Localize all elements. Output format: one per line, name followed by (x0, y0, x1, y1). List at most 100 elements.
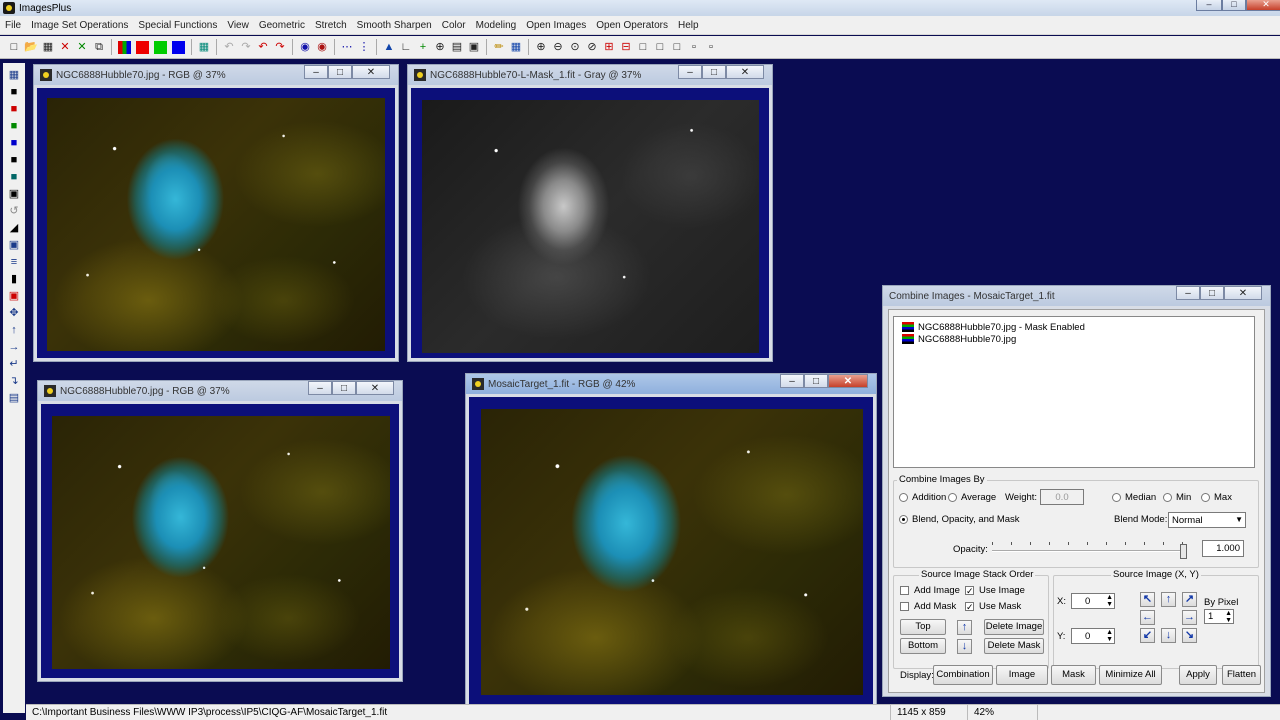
redo-icon[interactable]: ↷ (238, 39, 254, 55)
weight-input[interactable]: 0.0 (1040, 489, 1084, 505)
blend-mode-select[interactable]: Normal ▼ (1168, 512, 1246, 528)
image-list[interactable]: NGC6888Hubble70.jpg - Mask Enabled NGC68… (893, 316, 1255, 468)
menu-open-operators[interactable]: Open Operators (591, 20, 673, 31)
curve-icon[interactable]: ∟ (398, 39, 414, 55)
list-item[interactable]: NGC6888Hubble70.jpg (902, 333, 1016, 345)
points-icon[interactable]: ⋮ (356, 39, 372, 55)
close-icon[interactable]: ✕ (356, 381, 394, 395)
combine-images-dialog[interactable]: Combine Images - MosaicTarget_1.fit – □ … (882, 285, 1271, 697)
median-radio[interactable] (1112, 493, 1121, 502)
arrow-right-icon[interactable]: → (1182, 610, 1197, 625)
image-canvas[interactable] (411, 88, 769, 358)
picture-icon[interactable]: ▣ (466, 39, 482, 55)
red-channel-icon[interactable] (136, 40, 149, 54)
close-all-icon[interactable]: ✕ (74, 39, 90, 55)
zoom-in-icon[interactable]: ⊕ (533, 39, 549, 55)
menu-stretch[interactable]: Stretch (310, 20, 352, 31)
maximize-icon[interactable]: □ (332, 381, 356, 395)
min-radio[interactable] (1163, 493, 1172, 502)
top-button[interactable]: Top (900, 619, 946, 635)
apply-button[interactable]: Apply (1179, 665, 1217, 685)
close-icon[interactable]: ✕ (828, 374, 868, 388)
histogram-icon[interactable]: ▲ (381, 39, 397, 55)
levels-icon[interactable]: ≡ (6, 254, 22, 270)
dark-square-icon[interactable]: ▣ (6, 186, 22, 202)
add-image-checkbox[interactable] (900, 586, 909, 595)
black-square-icon[interactable]: ■ (6, 84, 22, 100)
menu-modeling[interactable]: Modeling (471, 20, 522, 31)
info-icon[interactable]: ▤ (449, 39, 465, 55)
frame-icon[interactable]: ▣ (6, 237, 22, 253)
minimize-icon[interactable]: – (780, 374, 804, 388)
window-5-icon[interactable]: ▫ (703, 39, 719, 55)
window-titlebar[interactable]: NGC6888Hubble70.jpg - RGB @ 37% – □ ✕ (38, 381, 402, 401)
region-icon[interactable]: ▣ (6, 288, 22, 304)
use-image-checkbox[interactable]: ✓ (965, 586, 974, 596)
maximize-icon[interactable]: □ (702, 65, 726, 79)
image-window-color-2[interactable]: NGC6888Hubble70.jpg - RGB @ 37% – □ ✕ (37, 380, 403, 682)
arrow-up-icon[interactable]: ↑ (1161, 592, 1176, 607)
max-radio[interactable] (1201, 493, 1210, 502)
arrow-down-right-icon[interactable]: ↘ (1182, 628, 1197, 643)
save-icon[interactable]: ▦ (40, 39, 56, 55)
undo-all-icon[interactable]: ↶ (255, 39, 271, 55)
opacity-input[interactable]: 1.000 (1202, 540, 1244, 557)
window-titlebar[interactable]: NGC6888Hubble70.jpg - RGB @ 37% – □ ✕ (34, 65, 398, 85)
image-canvas[interactable] (37, 88, 395, 358)
close-icon[interactable]: ✕ (352, 65, 390, 79)
menu-color[interactable]: Color (437, 20, 471, 31)
image-canvas[interactable] (469, 397, 873, 704)
menu-open-images[interactable]: Open Images (521, 20, 591, 31)
spinner-icon[interactable]: ▲ ▼ (1106, 629, 1113, 643)
minimize-all-button[interactable]: Minimize All (1099, 665, 1162, 685)
close-icon[interactable]: ✕ (1224, 286, 1262, 300)
move-up-icon[interactable]: ↑ (957, 620, 972, 635)
redo-all-icon[interactable]: ↷ (272, 39, 288, 55)
new-file-icon[interactable]: □ (6, 39, 22, 55)
arrow-left-icon[interactable]: ← (1140, 610, 1155, 625)
lasso-icon[interactable]: ↺ (6, 203, 22, 219)
combination-button[interactable]: Combination (933, 665, 993, 685)
remove-window-icon[interactable]: ⊟ (618, 39, 634, 55)
menu-view[interactable]: View (222, 20, 254, 31)
image-window-mosaic-target[interactable]: MosaicTarget_1.fit - RGB @ 42% – □ ✕ (465, 373, 877, 708)
mask-button[interactable]: Mask (1051, 665, 1096, 685)
window-2-icon[interactable]: □ (652, 39, 668, 55)
open-folder-icon[interactable]: 📂 (23, 39, 39, 55)
record-icon[interactable]: ◉ (297, 39, 313, 55)
minimize-icon[interactable]: – (304, 65, 328, 79)
maximize-icon[interactable]: □ (1200, 286, 1224, 300)
menu-file[interactable]: File (0, 20, 26, 31)
use-mask-checkbox[interactable]: ✓ (965, 602, 974, 612)
save-icon[interactable]: ▦ (6, 67, 22, 83)
maximize-icon[interactable]: □ (804, 374, 828, 388)
arrow-up-icon[interactable]: ↑ (6, 322, 22, 338)
addition-radio[interactable] (899, 493, 908, 502)
rgb-channels-icon[interactable] (118, 40, 131, 54)
zoom-fit-icon[interactable]: ⊙ (567, 39, 583, 55)
blend-opacity-mask-radio[interactable] (899, 515, 908, 524)
minimize-icon[interactable]: – (1196, 0, 1222, 11)
spinner-icon[interactable]: ▲ ▼ (1106, 594, 1113, 608)
minimize-icon[interactable]: – (678, 65, 702, 79)
close-image-icon[interactable]: ✕ (57, 39, 73, 55)
arrow-up-left-icon[interactable]: ↖ (1140, 592, 1155, 607)
target-icon[interactable]: ⊕ (432, 39, 448, 55)
move-icon[interactable]: ✥ (6, 305, 22, 321)
dots-icon[interactable]: ⋯ (339, 39, 355, 55)
green-square-icon[interactable]: ■ (6, 118, 22, 134)
pencil-icon[interactable]: ✏ (491, 39, 507, 55)
arrow-down-icon[interactable]: ↓ (1161, 628, 1176, 643)
maximize-icon[interactable]: □ (1222, 0, 1246, 11)
menu-geometric[interactable]: Geometric (254, 20, 310, 31)
window-titlebar[interactable]: NGC6888Hubble70-L-Mask_1.fit - Gray @ 37… (408, 65, 772, 85)
flatten-button[interactable]: Flatten (1222, 665, 1261, 685)
menu-image-set-operations[interactable]: Image Set Operations (26, 20, 133, 31)
minimize-icon[interactable]: – (1176, 286, 1200, 300)
opacity-slider[interactable] (992, 542, 1187, 560)
copy-icon[interactable]: ⧉ (91, 39, 107, 55)
arrow-up-right-icon[interactable]: ↗ (1182, 592, 1197, 607)
move-down-icon[interactable]: ↓ (957, 639, 972, 654)
minimize-icon[interactable]: – (308, 381, 332, 395)
menu-smooth-sharpen[interactable]: Smooth Sharpen (352, 20, 437, 31)
